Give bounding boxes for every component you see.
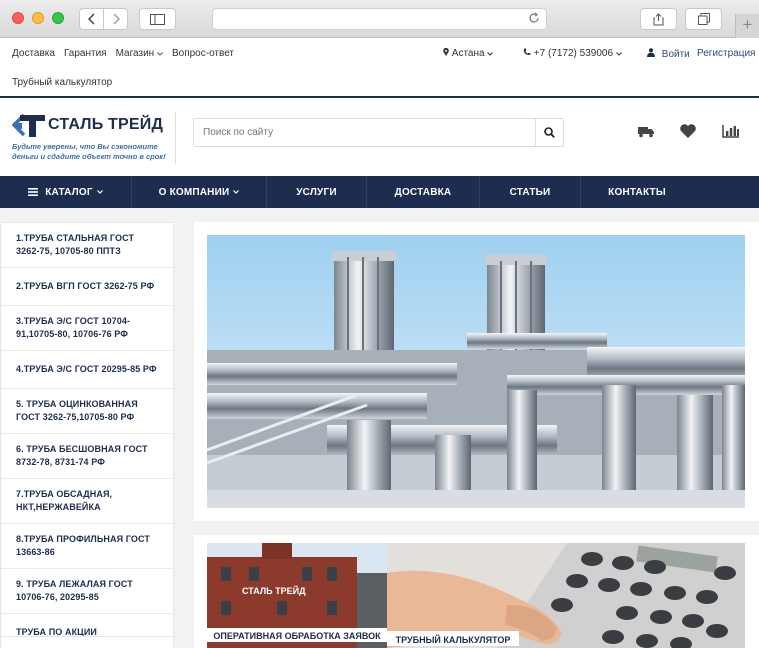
user-icon xyxy=(647,48,655,57)
address-bar[interactable] xyxy=(212,8,547,30)
city-selector[interactable]: Астана xyxy=(443,47,494,59)
catalog-menu-item[interactable]: 4.ТРУБА Э/С ГОСТ 20295-85 РФ xyxy=(1,351,173,389)
promo-card-calculator[interactable]: ТРУБНЫЙ КАЛЬКУЛЯТОР xyxy=(387,543,745,648)
top-link-shop-label: Магазин xyxy=(115,48,155,59)
truck-icon[interactable] xyxy=(637,123,655,139)
catalog-menu: 1.ТРУБА СТАЛЬНАЯ ГОСТ 3262-75, 10705-80 … xyxy=(0,222,174,648)
top-link-faq[interactable]: Вопрос-ответ xyxy=(172,48,234,59)
bar-chart-icon[interactable] xyxy=(722,123,740,139)
top-link-shop[interactable]: Магазин xyxy=(116,48,163,59)
catalog-menu-item[interactable]: 7.ТРУБА ОБСАДНАЯ, НКТ,НЕРЖАВЕЙКА xyxy=(1,479,173,524)
logo-divider xyxy=(175,112,176,164)
back-button[interactable] xyxy=(79,8,104,30)
nav-catalog-label: КАТАЛОГ xyxy=(45,186,93,198)
top-link-guarantee[interactable]: Гарантия xyxy=(64,48,107,59)
top-bar: Доставка Гарантия Магазин Вопрос-ответ Т… xyxy=(0,38,759,96)
promo-label-calculator: ТРУБНЫЙ КАЛЬКУЛЯТОР xyxy=(387,631,519,646)
sidebar-icon xyxy=(150,13,165,25)
location-pin-icon xyxy=(443,47,449,56)
close-window-button[interactable] xyxy=(12,12,24,24)
chevron-down-icon xyxy=(157,52,163,56)
logo-mark-icon xyxy=(12,113,45,137)
pipe-calculator-link[interactable]: Трубный калькулятор xyxy=(12,77,112,88)
nav-articles[interactable]: СТАТЬИ xyxy=(480,176,581,208)
catalog-menu-item[interactable]: 8.ТРУБА ПРОФИЛЬНАЯ ГОСТ 13663-86 xyxy=(1,524,173,569)
banner-slider xyxy=(194,222,759,521)
login-link[interactable]: Войти xyxy=(647,48,690,60)
forward-arrow-icon xyxy=(112,13,120,25)
search-button[interactable] xyxy=(535,119,563,146)
phone-icon xyxy=(523,48,531,56)
search-icon xyxy=(544,127,555,138)
building-sign: СТАЛЬ ТРЕЙД xyxy=(242,585,306,596)
reload-icon[interactable] xyxy=(528,12,540,27)
forward-button[interactable] xyxy=(103,8,128,30)
top-links: Доставка Гарантия Магазин Вопрос-ответ xyxy=(12,48,234,59)
nav-delivery[interactable]: ДОСТАВКА xyxy=(367,176,480,208)
catalog-menu-item[interactable]: 3.ТРУБА Э/С ГОСТ 10704-91,10705-80, 1070… xyxy=(1,306,173,351)
secondary-menu-box xyxy=(0,636,174,648)
tabs-icon xyxy=(697,13,710,25)
catalog-menu-item[interactable]: 1.ТРУБА СТАЛЬНАЯ ГОСТ 3262-75, 10705-80 … xyxy=(1,223,173,268)
minimize-window-button[interactable] xyxy=(32,12,44,24)
show-tabs-button[interactable] xyxy=(685,8,722,30)
site-search xyxy=(193,118,564,147)
catalog-menu-item[interactable]: 9. ТРУБА ЛЕЖАЛАЯ ГОСТ 10706-76, 20295-85 xyxy=(1,569,173,614)
heart-icon[interactable] xyxy=(679,123,697,139)
site-header: СТАЛЬ ТРЕЙД Будьте уверены, что Вы сэкон… xyxy=(0,98,759,176)
catalog-menu-item[interactable]: 2.ТРУБА ВГП ГОСТ 3262-75 РФ xyxy=(1,268,173,306)
logo-text: СТАЛЬ ТРЕЙД xyxy=(48,116,164,133)
logo-slogan: Будьте уверены, что Вы сэкономите деньги… xyxy=(12,142,166,161)
hamburger-icon xyxy=(28,188,39,196)
share-button[interactable] xyxy=(640,8,677,30)
main-content: 1.ТРУБА СТАЛЬНАЯ ГОСТ 3262-75, 10705-80 … xyxy=(0,208,759,648)
top-link-delivery[interactable]: Доставка xyxy=(12,48,55,59)
nav-catalog[interactable]: КАТАЛОГ xyxy=(0,176,132,208)
industrial-pipes-banner-image[interactable] xyxy=(207,235,745,508)
promo-section: СТАЛЬ ТРЕЙД ОПЕРАТИВНАЯ ОБРАБОТКА ЗАЯВОК… xyxy=(194,535,759,648)
search-input[interactable] xyxy=(194,119,535,146)
nav-contacts[interactable]: КОНТАКТЫ xyxy=(581,176,693,208)
catalog-menu-item[interactable]: 5. ТРУБА ОЦИНКОВАННАЯ ГОСТ 3262-75,10705… xyxy=(1,389,173,434)
city-name: Астана xyxy=(451,48,485,59)
phone-number: +7 (7172) 539006 xyxy=(533,48,614,59)
catalog-menu-item[interactable]: 6. ТРУБА БЕСШОВНАЯ ГОСТ 8732-78, 8731-74… xyxy=(1,434,173,479)
login-label: Войти xyxy=(661,49,690,60)
sidebar-toggle-button[interactable] xyxy=(139,8,176,30)
chevron-down-icon xyxy=(615,52,622,56)
share-icon xyxy=(653,12,664,25)
new-tab-button[interactable]: + xyxy=(735,14,759,38)
site-logo[interactable]: СТАЛЬ ТРЕЙД Будьте уверены, что Вы сэкон… xyxy=(12,112,174,162)
plus-icon: + xyxy=(742,15,753,34)
promo-card-orders[interactable]: СТАЛЬ ТРЕЙД ОПЕРАТИВНАЯ ОБРАБОТКА ЗАЯВОК xyxy=(207,543,387,648)
chevron-down-icon xyxy=(487,52,494,56)
chevron-down-icon xyxy=(96,190,103,194)
promo-label-orders: ОПЕРАТИВНАЯ ОБРАБОТКА ЗАЯВОК xyxy=(207,628,387,642)
nav-about-label: О КОМПАНИИ xyxy=(158,186,230,198)
back-arrow-icon xyxy=(87,13,95,25)
zoom-window-button[interactable] xyxy=(52,12,64,24)
phone-selector[interactable]: +7 (7172) 539006 xyxy=(523,48,622,59)
nav-services[interactable]: УСЛУГИ xyxy=(267,176,367,208)
chevron-down-icon xyxy=(233,190,240,194)
register-link[interactable]: Регистрация xyxy=(697,48,755,59)
nav-about[interactable]: О КОМПАНИИ xyxy=(132,176,267,208)
main-navigation: КАТАЛОГ О КОМПАНИИ УСЛУГИ ДОСТАВКА СТАТЬ… xyxy=(0,176,759,208)
browser-toolbar: + xyxy=(0,0,759,38)
